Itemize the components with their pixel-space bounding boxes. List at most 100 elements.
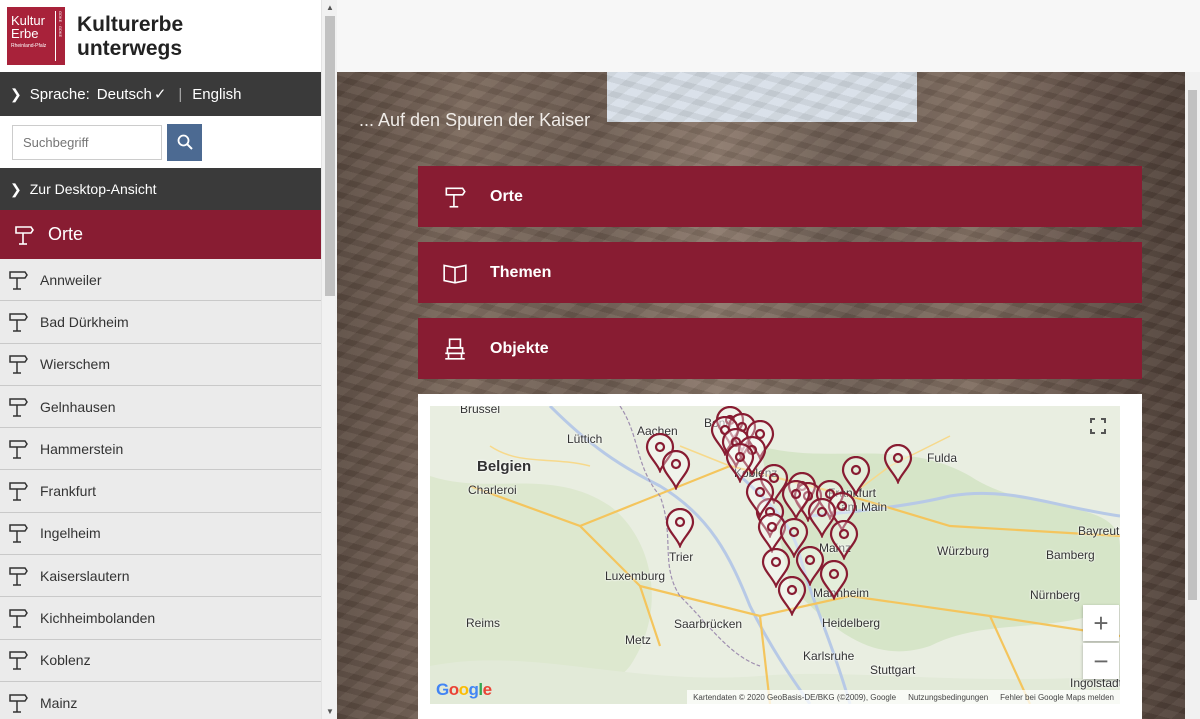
page-scrollbar[interactable] [1185,72,1200,719]
place-item[interactable]: Bad Dürkheim [0,301,321,344]
place-label: Frankfurt [40,483,97,500]
place-item[interactable]: Frankfurt [0,470,321,513]
map-label-karlsruhe: Karlsruhe [803,649,855,663]
signpost-icon [9,355,28,374]
map-report-link[interactable]: Fehler bei Google Maps melden [1000,693,1114,702]
place-item[interactable]: Ingelheim [0,512,321,556]
map-label-saarbruecken: Saarbrücken [674,617,743,631]
map-marker[interactable] [829,520,859,560]
fullscreen-button[interactable] [1083,411,1113,441]
tile-objekte[interactable]: Objekte [418,318,1142,379]
map-attribution-text: Kartendaten © 2020 GeoBasis-DE/BKG (©200… [693,692,897,702]
map-label-bayreuth: Bayreuth [1078,524,1120,538]
map-marker[interactable] [841,456,871,496]
tile-orte-label: Orte [490,187,523,205]
sidebar: Kultur Erbe Rheinland-Pfalz GDKE · GDKE … [0,0,321,719]
search-row [0,116,321,168]
place-item[interactable]: Gelnhausen [0,385,321,429]
hero-tagline: ... Auf den Spuren der Kaiser [359,110,591,130]
place-label: Gelnhausen [40,398,116,415]
top-strip [337,0,1200,72]
page-scrollbar-thumb[interactable] [1188,90,1197,600]
logo-line2: Erbe [11,26,39,41]
zoom-out-button[interactable]: − [1083,643,1119,679]
tile-orte[interactable]: Orte [418,166,1142,227]
site-title-line2: unterwegs [77,37,183,60]
tile-objekte-label: Objekte [490,339,549,357]
signpost-icon [9,609,28,628]
map-marker[interactable] [819,560,849,600]
map-label-belgien: Belgien [477,458,532,475]
place-item[interactable]: Hammerstein [0,428,321,471]
signpost-icon [9,524,28,544]
place-label: Kichheimbolanden [40,610,156,627]
minus-icon: − [1093,645,1109,676]
map-marker[interactable] [661,450,691,490]
map-label-luettich: Lüttich [567,432,603,446]
map-terms-link[interactable]: Nutzungsbedingungen [908,693,988,702]
map-marker[interactable] [665,508,695,548]
search-input[interactable] [12,124,162,160]
place-label: Mainz [40,694,78,711]
desktop-view-link[interactable]: ❯ Zur Desktop-Ansicht [0,168,321,210]
exhibit-icon [445,337,465,360]
map[interactable]: Brüssel Bonn Aachen Lüttich Belgien Char… [430,406,1120,704]
place-item[interactable]: Mainz [0,681,321,719]
search-button[interactable] [167,123,202,161]
map-marker[interactable] [725,443,755,483]
sidebar-scrollbar[interactable]: ▲ ▼ [321,0,337,719]
place-item[interactable]: Koblenz [0,639,321,682]
place-item[interactable]: Kichheimbolanden [0,597,321,640]
language-label: Sprache: [29,85,90,103]
logo-side-text: GDKE · GDKE [55,11,63,61]
place-label: Wierschem [40,356,111,373]
section-title: Orte [48,224,84,244]
tile-themen-label: Themen [490,263,552,281]
map-marker[interactable] [745,478,775,518]
map-marker[interactable] [777,576,807,616]
signpost-icon [15,225,34,245]
scroll-down-icon[interactable]: ▼ [326,707,334,716]
logo-line3: Rheinland-Pfalz [11,43,47,49]
section-header-orte[interactable]: Orte [0,210,321,259]
map-label-trier: Trier [669,550,694,564]
scroll-up-icon[interactable]: ▲ [326,3,334,12]
place-item[interactable]: Wierschem [0,343,321,386]
desktop-view-label: Zur Desktop-Ansicht [29,181,157,197]
map-label-fulda: Fulda [927,451,958,465]
google-logo[interactable]: Google [436,680,492,700]
place-label: Ingelheim [40,525,101,542]
hero: ... Auf den Spuren der Kaiser Orte Theme… [337,72,1185,719]
map-marker[interactable] [883,444,913,484]
language-bar: ❯ Sprache: Deutsch ✓ | English [0,72,321,116]
place-label: Kaiserslautern [40,567,130,584]
place-label: Koblenz [40,652,91,669]
signpost-icon [9,270,28,290]
map-label-reims: Reims [466,616,501,630]
place-item[interactable]: Annweiler [0,259,321,302]
place-item[interactable]: Kaiserslautern [0,555,321,598]
place-label: Bad Dürkheim [40,313,129,330]
language-option-deutsch[interactable]: Deutsch [97,86,152,103]
signpost-icon [9,397,28,417]
zoom-in-button[interactable]: + [1083,605,1119,641]
signpost-icon [9,651,28,671]
map-label-metz: Metz [625,633,652,647]
site-title-line1: Kulturerbe [77,13,184,36]
check-icon: ✓ [153,86,167,103]
language-option-english[interactable]: English [192,86,241,103]
map-label-bamberg: Bamberg [1046,548,1095,562]
chevron-right-icon: ❯ [10,180,22,197]
signpost-icon [9,313,28,332]
scrollbar-thumb[interactable] [325,16,335,296]
plus-icon: + [1093,607,1109,638]
place-label: Hammerstein [40,440,124,457]
map-frame: Brüssel Bonn Aachen Lüttich Belgien Char… [418,394,1142,719]
place-label: Annweiler [40,271,102,288]
tile-themen[interactable]: Themen [418,242,1142,303]
header: Kultur Erbe Rheinland-Pfalz GDKE · GDKE … [0,0,321,72]
site-title[interactable]: Kulturerbe unterwegs [77,13,183,61]
fullscreen-icon [1090,418,1106,434]
logo[interactable]: Kultur Erbe Rheinland-Pfalz GDKE · GDKE [7,7,65,65]
place-list: Annweiler Bad Dürkheim Wierschem Gelnhausen… [0,259,321,719]
